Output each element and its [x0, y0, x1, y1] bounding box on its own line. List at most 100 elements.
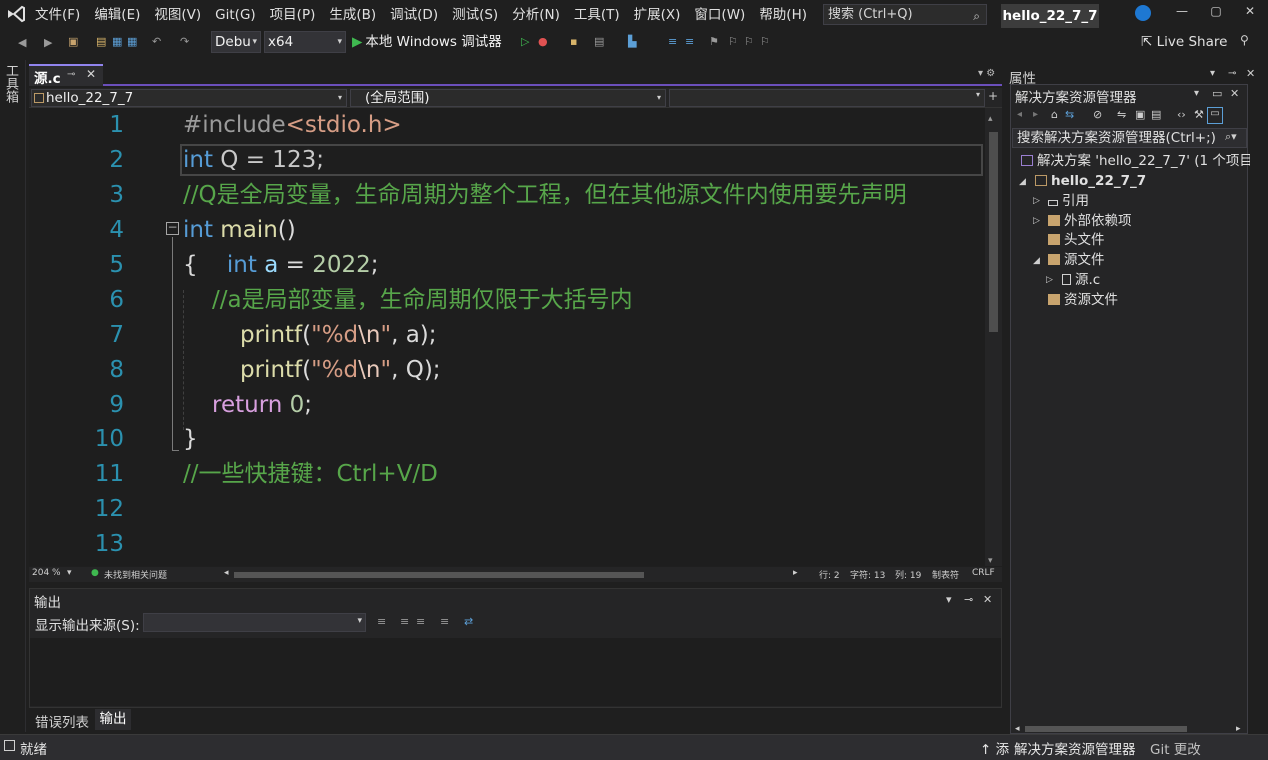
bookmark-clear-icon[interactable]: ⚐	[760, 35, 770, 48]
menu-build[interactable]: 生成(B)	[322, 5, 383, 25]
global-search-box[interactable]: 搜索 (Ctrl+Q) ⌕	[823, 4, 987, 25]
scroll-down-icon[interactable]: ▾	[988, 556, 993, 566]
menu-extensions[interactable]: 扩展(X)	[627, 5, 688, 25]
menu-debug[interactable]: 调试(D)	[383, 5, 445, 25]
tab-error-list[interactable]: 错误列表	[35, 711, 89, 731]
menu-git[interactable]: Git(G)	[208, 5, 263, 25]
pin-icon[interactable]: ⊸	[1228, 68, 1236, 79]
output-source-dropdown[interactable]: ▾	[143, 613, 366, 632]
open-file-icon[interactable]: ▤	[96, 35, 106, 48]
forward-icon[interactable]: ▶	[44, 36, 52, 49]
search-icon[interactable]: ⌕▾	[1225, 130, 1237, 144]
tree-item-solution[interactable]: 解决方案 'hello_22_7_7' (1 个项目	[1021, 151, 1253, 171]
editor-horizontal-scroll-thumb[interactable]	[234, 572, 644, 578]
maximize-icon[interactable]: ▭	[1212, 87, 1222, 100]
tab-output[interactable]: 输出	[95, 709, 131, 730]
tree-item-source-files[interactable]: 源文件	[1048, 250, 1105, 270]
scroll-left-icon[interactable]: ◂	[1015, 724, 1020, 734]
prev-message-icon[interactable]: ≡	[400, 615, 409, 628]
find-message-icon[interactable]: ≡	[377, 615, 386, 628]
chevron-down-icon[interactable]: ▾	[1194, 88, 1199, 99]
collapsed-arrow-icon[interactable]: ▷	[1033, 196, 1040, 206]
forward-icon[interactable]: ▸	[1033, 109, 1038, 120]
close-icon[interactable]: ✕	[983, 593, 992, 606]
comment-icon[interactable]: ≡	[668, 35, 677, 48]
chevron-down-icon[interactable]: ▾	[946, 593, 952, 606]
tab-list-icon[interactable]: ▾ ⚙	[978, 68, 995, 79]
start-without-debugging-icon[interactable]: ▷	[521, 35, 529, 48]
tree-item-source-c[interactable]: 源.c	[1062, 270, 1100, 290]
menu-tools[interactable]: 工具(T)	[567, 5, 627, 25]
status-solution-explorer-tab[interactable]: 解决方案资源管理器	[1014, 738, 1136, 758]
indent-mode[interactable]: 制表符	[932, 568, 959, 581]
save-icon[interactable]: ▦	[112, 35, 122, 48]
clear-all-icon[interactable]: ≡	[440, 615, 449, 628]
tree-item-header-files[interactable]: 头文件	[1048, 230, 1105, 250]
new-project-icon[interactable]: ▣	[68, 35, 78, 48]
redo-icon[interactable]: ↷	[180, 35, 189, 48]
toolbar-icon[interactable]: ▤	[594, 35, 604, 48]
chevron-down-icon[interactable]: ▾	[67, 568, 72, 578]
zoom-level[interactable]: 204 %	[32, 568, 61, 578]
minimize-icon[interactable]: —	[1167, 4, 1197, 18]
back-icon[interactable]: ◀	[18, 36, 26, 49]
solution-explorer-scroll-thumb[interactable]	[1025, 726, 1187, 732]
pin-icon[interactable]: ⊸	[67, 69, 75, 80]
tree-item-project[interactable]: hello_22_7_7	[1035, 171, 1146, 191]
menu-edit[interactable]: 编辑(E)	[87, 5, 147, 25]
scope-dropdown[interactable]: (全局范围) ▾	[350, 89, 666, 107]
properties-icon[interactable]: ⚒	[1194, 108, 1204, 121]
toolbar-icon[interactable]: ▙	[628, 35, 636, 48]
solution-explorer-search[interactable]: 搜索解决方案资源管理器(Ctrl+;)	[1012, 128, 1247, 148]
bookmark-icon[interactable]: ⚑	[709, 35, 719, 48]
expanded-arrow-icon[interactable]: ◢	[1019, 177, 1026, 187]
split-editor-icon[interactable]: +	[988, 89, 998, 103]
word-wrap-icon[interactable]: ⇄	[464, 615, 473, 628]
collapse-icon[interactable]: −	[166, 221, 179, 235]
close-icon[interactable]: ✕	[1246, 67, 1255, 80]
scroll-up-icon[interactable]: ▴	[988, 114, 993, 124]
maximize-icon[interactable]: ▢	[1201, 4, 1231, 18]
close-window-icon[interactable]: ✕	[1235, 4, 1265, 18]
back-icon[interactable]: ◂	[1017, 109, 1022, 120]
hot-reload-icon[interactable]: ●	[538, 35, 548, 48]
live-share-button[interactable]: ⇱ Live Share	[1141, 31, 1227, 53]
collapsed-arrow-icon[interactable]: ▷	[1033, 216, 1040, 226]
scroll-left-icon[interactable]: ◂	[224, 568, 229, 578]
collapsed-arrow-icon[interactable]: ▷	[1046, 275, 1053, 285]
menu-window[interactable]: 窗口(W)	[687, 5, 752, 25]
next-message-icon[interactable]: ≡	[416, 615, 425, 628]
status-git-changes-tab[interactable]: Git 更改	[1150, 738, 1201, 758]
close-icon[interactable]: ✕	[86, 67, 96, 81]
editor-scroll-thumb[interactable]	[989, 132, 998, 332]
add-to-source-control[interactable]: ↑ 添	[980, 738, 1009, 758]
scroll-right-icon[interactable]: ▸	[1236, 724, 1241, 734]
line-ending[interactable]: CRLF	[972, 568, 995, 578]
output-text-area[interactable]	[30, 638, 1001, 706]
bookmark-prev-icon[interactable]: ⚐	[728, 35, 738, 48]
project-dropdown[interactable]: hello_22_7_7 ▾	[31, 89, 347, 107]
scroll-right-icon[interactable]: ▸	[793, 568, 798, 578]
switch-views-icon[interactable]: ⇆	[1065, 108, 1074, 121]
start-debugging-button[interactable]: ▶ 本地 Windows 调试器	[352, 31, 502, 53]
menu-project[interactable]: 项目(P)	[263, 5, 323, 25]
menu-file[interactable]: 文件(F)	[28, 5, 87, 25]
show-all-files-icon[interactable]: ▤	[1151, 108, 1161, 121]
feedback-icon[interactable]: ⚲	[1240, 33, 1249, 47]
collapse-all-icon[interactable]: ▣	[1135, 108, 1145, 121]
tree-item-resource-files[interactable]: 资源文件	[1048, 290, 1118, 310]
preview-selected-icon[interactable]: ▭	[1207, 107, 1223, 124]
tree-item-references[interactable]: 引用	[1048, 191, 1089, 211]
pin-icon[interactable]: ⊸	[964, 593, 973, 606]
chevron-down-icon[interactable]: ▾	[1210, 68, 1215, 79]
uncomment-icon[interactable]: ≡	[685, 35, 694, 48]
menu-analyze[interactable]: 分析(N)	[505, 5, 567, 25]
bookmark-next-icon[interactable]: ⚐	[744, 35, 754, 48]
tree-item-external-deps[interactable]: 外部依赖项	[1048, 211, 1132, 231]
pending-changes-icon[interactable]: ⊘	[1093, 108, 1102, 121]
sync-icon[interactable]: ⇋	[1117, 108, 1126, 121]
toolbar-icon[interactable]: ▪	[570, 35, 577, 48]
solution-configuration-dropdown[interactable]: Debu ▾	[211, 31, 261, 53]
home-icon[interactable]: ⌂	[1051, 108, 1058, 121]
menu-view[interactable]: 视图(V)	[147, 5, 208, 25]
